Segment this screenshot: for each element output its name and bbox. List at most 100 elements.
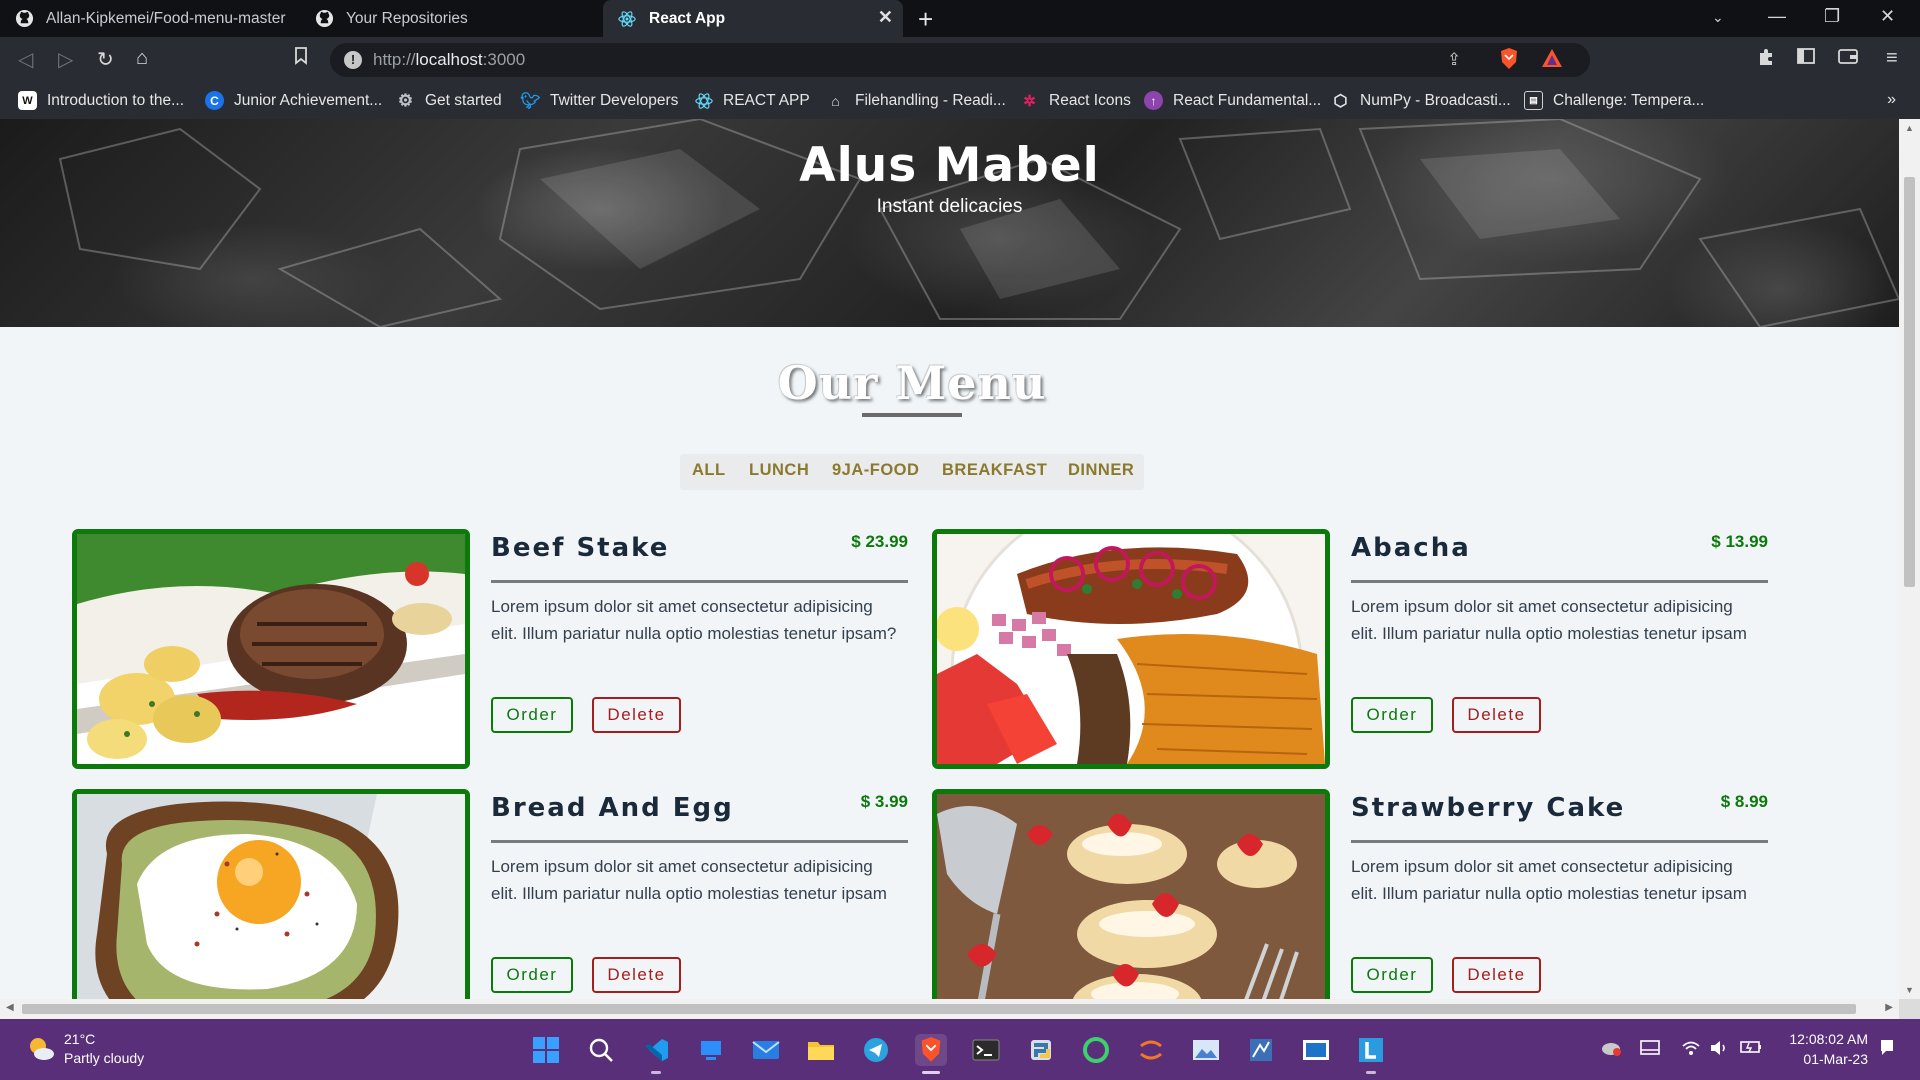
order-button[interactable]: Order: [491, 957, 573, 993]
onedrive-icon[interactable]: [1600, 1039, 1622, 1061]
bookmark-item[interactable]: W Introduction to the...: [18, 91, 184, 110]
more-bookmarks-icon[interactable]: »: [1887, 91, 1896, 109]
forward-icon[interactable]: ▷: [58, 47, 73, 72]
restore-icon[interactable]: ❐: [1824, 6, 1840, 27]
new-tab-button[interactable]: +: [918, 4, 933, 35]
mail-icon[interactable]: [750, 1034, 782, 1066]
delete-button[interactable]: Delete: [592, 957, 681, 993]
delete-button[interactable]: Delete: [1452, 957, 1541, 993]
vertical-scroll-thumb[interactable]: [1904, 177, 1915, 587]
network-app-icon[interactable]: [1245, 1034, 1277, 1066]
start-icon[interactable]: [530, 1034, 562, 1066]
sidebar-icon[interactable]: [1797, 47, 1815, 71]
filter-9ja-food[interactable]: 9JA-FOOD: [832, 461, 919, 480]
share-icon[interactable]: ⇪: [1447, 50, 1461, 70]
item-description: Lorem ipsum dolor sit amet consectetur a…: [1351, 597, 1747, 643]
clock-time[interactable]: 12:08:02 AM: [1789, 1031, 1868, 1047]
tab-react-app[interactable]: React App ✕: [603, 0, 903, 37]
wallet-icon[interactable]: [1838, 47, 1858, 71]
filter-breakfast[interactable]: BREAKFAST: [942, 461, 1047, 480]
filter-lunch[interactable]: LUNCH: [749, 461, 809, 480]
circle-app-icon[interactable]: [1080, 1034, 1112, 1066]
terminal-icon[interactable]: [970, 1034, 1002, 1066]
reload-icon[interactable]: ↻: [97, 47, 114, 72]
bookmark-item[interactable]: ⚙ Get started: [396, 91, 502, 110]
scroll-up-icon[interactable]: ▲: [1905, 123, 1914, 133]
clock-date[interactable]: 01-Mar-23: [1803, 1051, 1868, 1067]
address-bar[interactable]: ! http://localhost:3000 ⇪: [330, 43, 1590, 77]
scrollbar-corner: [1899, 999, 1920, 1019]
brave-icon[interactable]: [915, 1034, 947, 1074]
minimize-icon[interactable]: —: [1768, 6, 1786, 27]
notification-icon[interactable]: [1877, 1037, 1897, 1061]
bookmark-item[interactable]: ▤ Challenge: Tempera...: [1524, 91, 1704, 110]
bookmark-label: REACT APP: [723, 91, 810, 109]
order-button[interactable]: Order: [1351, 957, 1433, 993]
scroll-down-icon[interactable]: ▼: [1905, 985, 1914, 995]
menu-icon[interactable]: ≡: [1886, 47, 1898, 70]
filter-dinner[interactable]: DINNER: [1068, 461, 1134, 480]
item-price: $ 13.99: [1711, 532, 1768, 551]
scroll-right-icon[interactable]: ▶: [1885, 1002, 1893, 1013]
numpy-favicon: ⬡: [1333, 92, 1348, 110]
order-button[interactable]: Order: [1351, 697, 1433, 733]
back-icon[interactable]: ◁: [18, 47, 33, 72]
jupyter-icon[interactable]: [1135, 1034, 1167, 1066]
search-icon[interactable]: [585, 1034, 617, 1066]
tablet-mode-icon[interactable]: [1640, 1039, 1660, 1061]
tab-search-chevron-icon[interactable]: ⌄: [1712, 9, 1724, 26]
bookmark-icon[interactable]: [294, 47, 308, 71]
file-explorer-icon[interactable]: [805, 1034, 837, 1066]
python-icon[interactable]: [1025, 1034, 1057, 1066]
app-icon[interactable]: [1300, 1034, 1332, 1066]
twitter-favicon: 🐦︎: [520, 92, 541, 110]
item-description: Lorem ipsum dolor sit amet consectetur a…: [1351, 857, 1747, 903]
menu-item-card: Abacha $ 13.99 Lorem ipsum dolor sit ame…: [932, 529, 1768, 769]
task-view-icon[interactable]: [695, 1034, 727, 1066]
bookmark-item[interactable]: REACT APP: [694, 91, 810, 110]
home-icon[interactable]: ⌂: [136, 47, 148, 70]
tab-title: React App: [649, 9, 726, 27]
strawberry-cake-photo: [932, 789, 1330, 999]
browser-toolbar: ◁ ▷ ↻ ⌂ ! http://localhost:3000 ⇪ ≡: [0, 37, 1920, 83]
partly-cloudy-icon[interactable]: [26, 1034, 56, 1064]
item-name: Beef Stake: [491, 533, 670, 563]
bookmark-item[interactable]: ↑ React Fundamental...: [1144, 91, 1321, 110]
volume-icon[interactable]: [1709, 1039, 1729, 1061]
tab-food-menu-repo[interactable]: Allan-Kipkemei/Food-menu-master: [0, 0, 300, 37]
extensions-icon[interactable]: [1756, 47, 1776, 73]
weather-description[interactable]: Partly cloudy: [64, 1050, 144, 1066]
scroll-left-icon[interactable]: ◀: [6, 1002, 14, 1013]
url-text[interactable]: http://localhost:3000: [373, 50, 525, 70]
tab-title: Your Repositories: [346, 9, 468, 27]
vertical-scrollbar[interactable]: ▲ ▼: [1899, 119, 1920, 999]
bookmark-item[interactable]: ⌂ Filehandling - Readi...: [826, 91, 1006, 110]
hero-subtitle: Instant delicacies: [876, 196, 1023, 217]
vscode-icon[interactable]: [640, 1034, 672, 1074]
tab-your-repositories[interactable]: Your Repositories: [300, 0, 600, 37]
order-button[interactable]: Order: [491, 697, 573, 733]
brave-shields-icon[interactable]: [1499, 47, 1519, 76]
filter-all[interactable]: ALL: [692, 461, 726, 480]
wifi-icon[interactable]: [1681, 1039, 1701, 1061]
bookmark-item[interactable]: ⬡ NumPy - Broadcasti...: [1331, 91, 1511, 110]
bookmark-label: NumPy - Broadcasti...: [1360, 91, 1511, 109]
close-tab-icon[interactable]: ✕: [878, 7, 893, 28]
l-app-icon[interactable]: [1355, 1034, 1387, 1074]
telegram-icon[interactable]: [860, 1034, 892, 1066]
bookmark-item[interactable]: ✲ React Icons: [1020, 91, 1131, 110]
bookmark-item[interactable]: 🐦︎ Twitter Developers: [520, 91, 678, 110]
delete-button[interactable]: Delete: [1452, 697, 1541, 733]
tab-title: Allan-Kipkemei/Food-menu-master: [46, 9, 286, 27]
brave-rewards-icon[interactable]: [1541, 47, 1563, 74]
close-window-icon[interactable]: ✕: [1880, 6, 1895, 27]
horizontal-scrollbar[interactable]: ◀ ▶: [0, 999, 1899, 1019]
delete-button[interactable]: Delete: [592, 697, 681, 733]
url-host: localhost: [415, 50, 483, 69]
horizontal-scroll-thumb[interactable]: [22, 1004, 1856, 1014]
site-info-icon[interactable]: !: [344, 51, 362, 69]
photos-icon[interactable]: [1190, 1034, 1222, 1066]
battery-icon[interactable]: [1740, 1039, 1762, 1059]
bookmark-item[interactable]: C Junior Achievement...: [205, 91, 382, 110]
weather-temperature[interactable]: 21°C: [64, 1031, 95, 1047]
